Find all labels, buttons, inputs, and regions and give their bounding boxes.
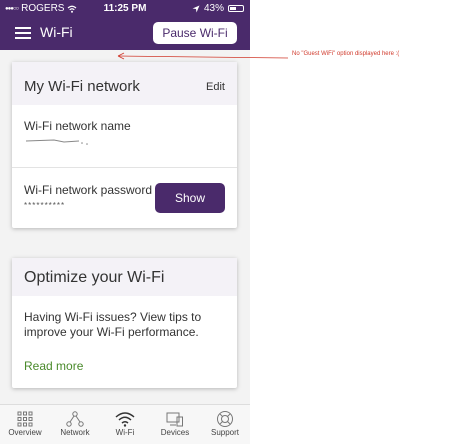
annotation-note: No "Guest WiFi" option displayed here :(	[292, 51, 400, 57]
annotation-arrow	[117, 52, 289, 60]
